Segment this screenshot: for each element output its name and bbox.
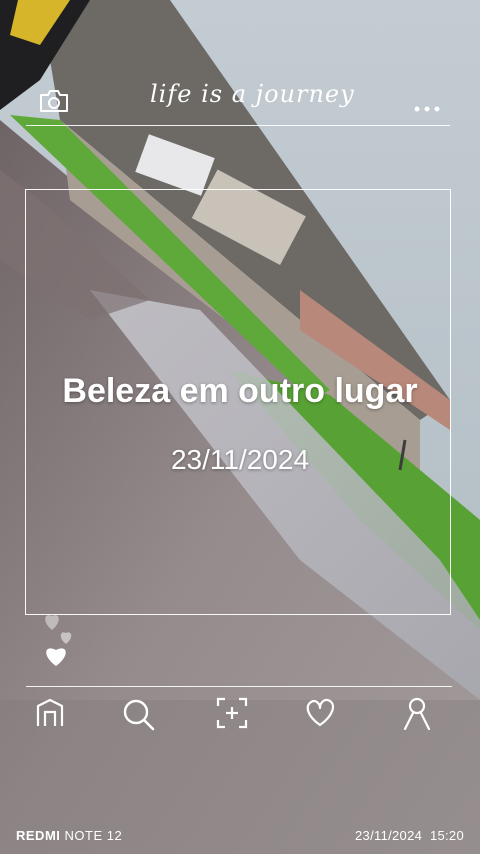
card-title: Beleza em outro lugar bbox=[62, 372, 418, 410]
camera-icon[interactable] bbox=[38, 88, 70, 118]
card-date: 23/11/2024 bbox=[170, 444, 310, 475]
add-photo-icon[interactable] bbox=[215, 696, 249, 734]
profile-icon[interactable] bbox=[402, 696, 432, 734]
device-brand: REDMI bbox=[16, 828, 61, 843]
top-divider bbox=[26, 125, 450, 126]
device-model: NOTE 12 bbox=[64, 828, 123, 843]
home-icon[interactable] bbox=[34, 696, 66, 732]
hearts-icon[interactable] bbox=[38, 608, 82, 674]
heart-icon[interactable] bbox=[303, 696, 337, 732]
device-watermark: REDMI NOTE 12 bbox=[16, 828, 122, 843]
top-bar: life is a journey bbox=[0, 72, 480, 132]
more-dots-icon[interactable] bbox=[414, 98, 440, 117]
photo-timestamp: 23/11/2024 15:20 bbox=[355, 828, 464, 843]
tagline: life is a journey bbox=[150, 80, 355, 108]
bottom-divider bbox=[26, 686, 452, 687]
search-icon[interactable] bbox=[120, 696, 156, 736]
bottom-nav bbox=[0, 696, 480, 736]
